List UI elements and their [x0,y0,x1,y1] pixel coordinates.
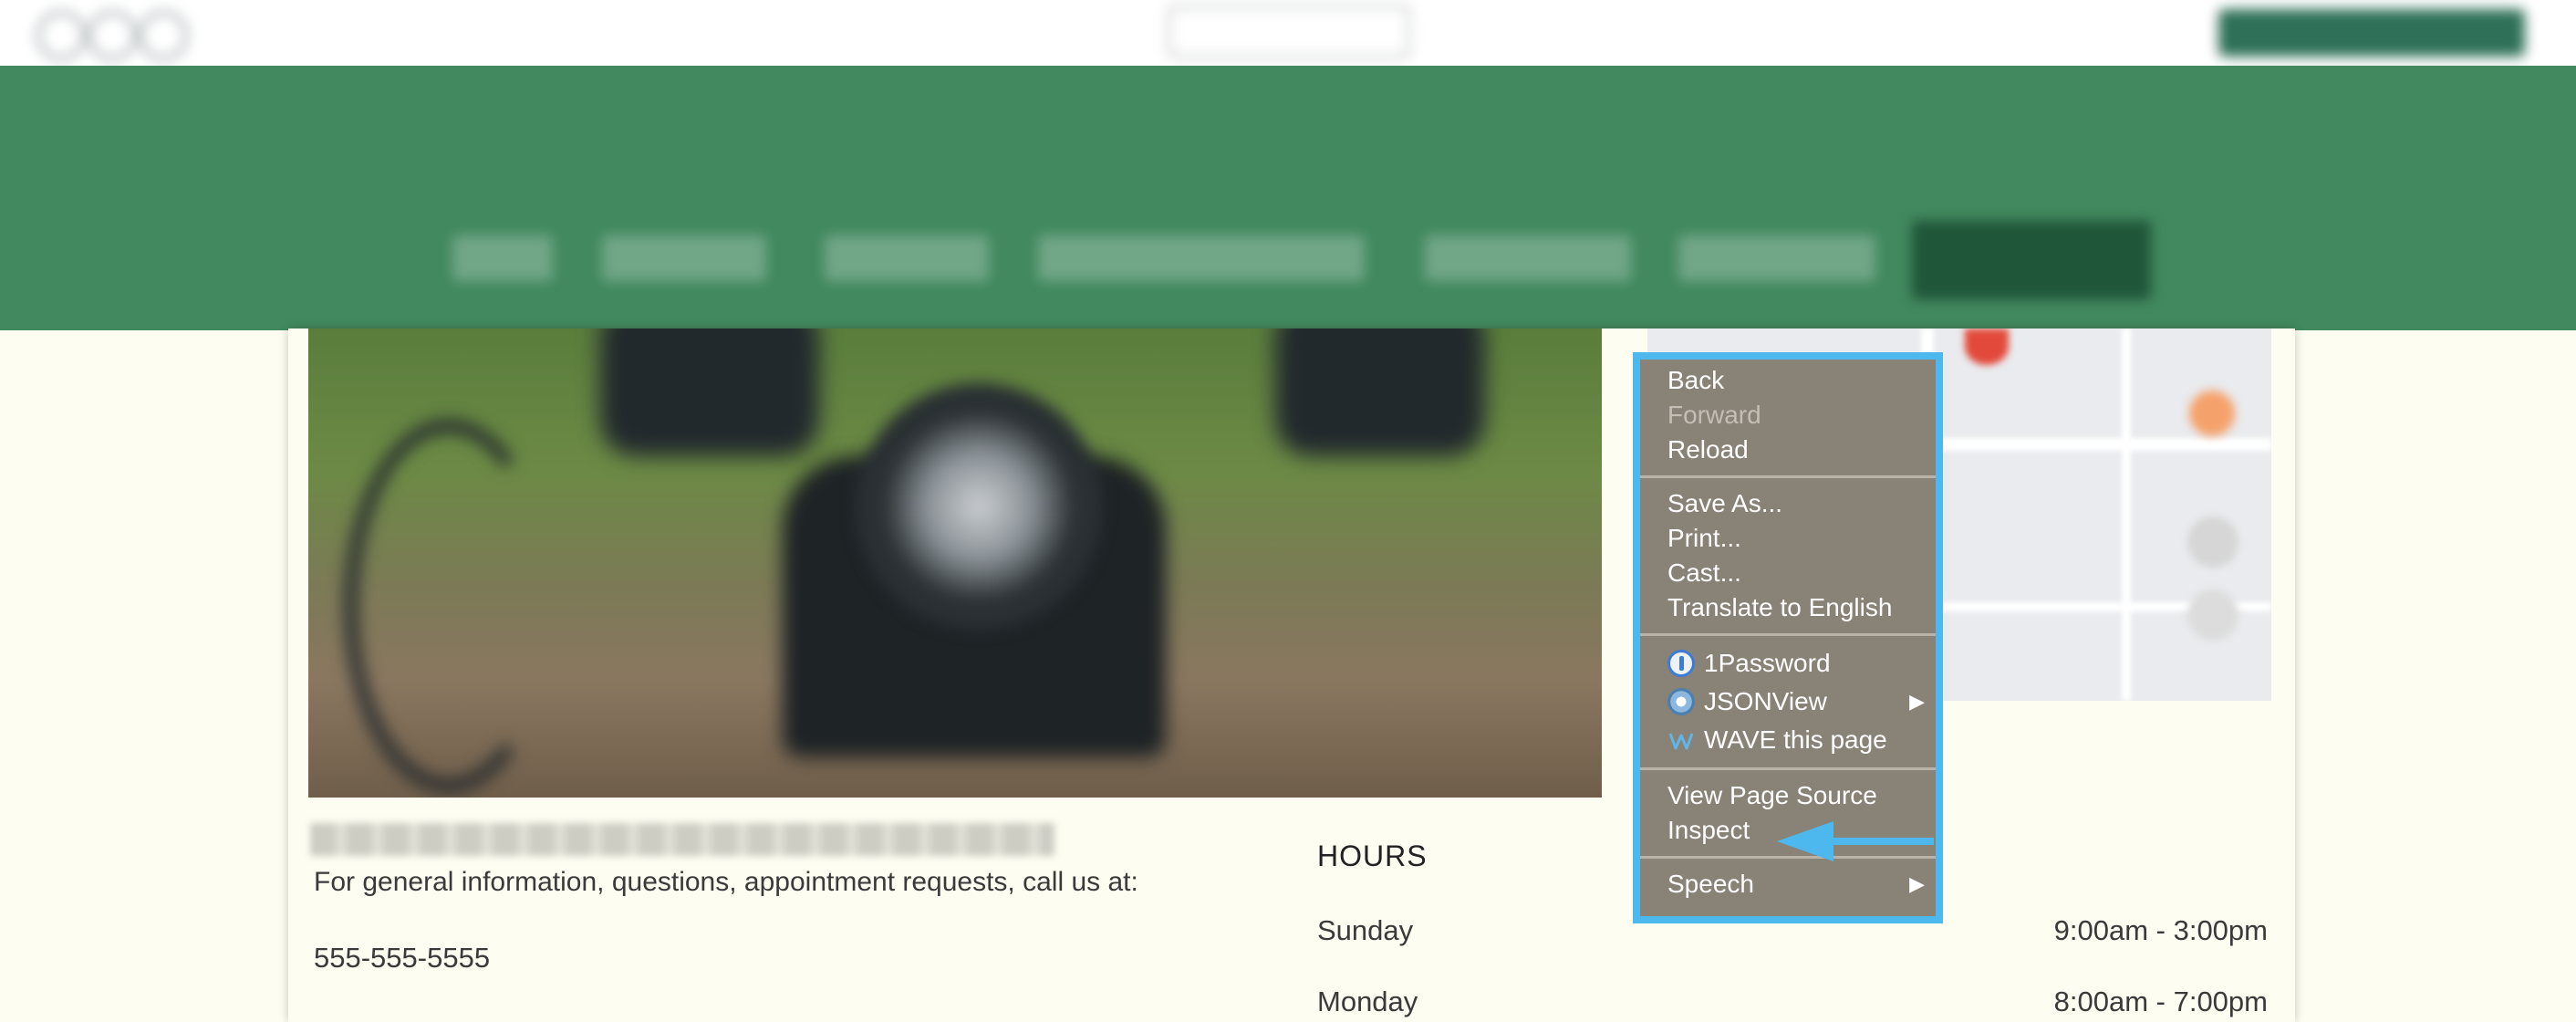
site-header [0,0,2576,66]
menu-item-wave[interactable]: WAVE this page [1640,721,1936,759]
menu-item-jsonview[interactable]: JSONView ▶ [1640,683,1936,721]
nav-item[interactable] [602,235,766,281]
menu-separator [1640,767,1936,770]
map-marker-icon [2189,391,2235,436]
menu-item-label: Translate to English [1667,593,1893,621]
menu-item-1password[interactable]: 1Password [1640,644,1936,683]
menu-item-label: Inspect [1667,816,1750,844]
menu-item-label: JSONView [1704,687,1827,715]
nav-item[interactable] [1038,235,1365,281]
map-zoom-control[interactable] [2187,589,2238,641]
address-redacted [310,823,1054,856]
menu-item-label: Reload [1667,435,1749,464]
hours-time: 8:00am - 7:00pm [2053,986,2268,1017]
submenu-arrow-icon: ▶ [1909,872,1925,895]
site-logo[interactable] [36,7,192,60]
menu-item-label: Back [1667,366,1725,394]
map-zoom-control[interactable] [2187,516,2238,568]
general-info-text: For general information, questions, appo… [314,867,1138,897]
1password-icon [1667,649,1695,677]
menu-item-reload[interactable]: Reload [1640,433,1936,467]
menu-item-label: Print... [1667,524,1741,552]
menu-separator [1640,475,1936,478]
main-navigation [0,66,2576,330]
site-brand-mark[interactable] [1168,5,1410,58]
nav-item[interactable] [825,235,989,281]
jsonview-icon [1667,687,1695,715]
menu-item-label: Forward [1667,401,1761,429]
menu-item-label: Speech [1667,870,1754,898]
menu-item-label: Cast... [1667,558,1741,587]
menu-item-back[interactable]: Back [1640,363,1936,398]
phone-number[interactable]: 555-555-5555 [314,942,490,975]
hours-heading: HOURS [1317,840,1428,872]
menu-item-forward: Forward [1640,398,1936,433]
hours-day: Monday [1317,986,1418,1017]
map-pin-icon [1965,328,2009,365]
header-cta-button[interactable] [2218,9,2525,57]
nav-item-active[interactable] [1912,221,2151,299]
menu-item-view-source[interactable]: View Page Source [1640,778,1936,813]
nav-item[interactable] [1425,235,1631,281]
menu-item-label: WAVE this page [1704,725,1887,754]
wave-icon [1667,726,1695,754]
menu-item-cast[interactable]: Cast... [1640,556,1936,590]
submenu-arrow-icon: ▶ [1909,690,1925,713]
menu-item-speech[interactable]: Speech ▶ [1640,867,1936,902]
menu-item-translate[interactable]: Translate to English [1640,590,1936,625]
menu-separator [1640,633,1936,636]
hours-day: Sunday [1317,914,1414,946]
hours-time: 9:00am - 3:00pm [2053,914,2268,946]
menu-item-save-as[interactable]: Save As... [1640,486,1936,521]
nav-item[interactable] [452,235,553,281]
nav-item[interactable] [1678,235,1875,281]
menu-item-label: Save As... [1667,489,1783,517]
menu-item-label: 1Password [1704,649,1831,677]
arrow-left-icon [1777,821,1934,861]
hero-telephone-image [308,328,1602,798]
menu-item-label: View Page Source [1667,781,1877,809]
menu-item-print[interactable]: Print... [1640,521,1936,556]
